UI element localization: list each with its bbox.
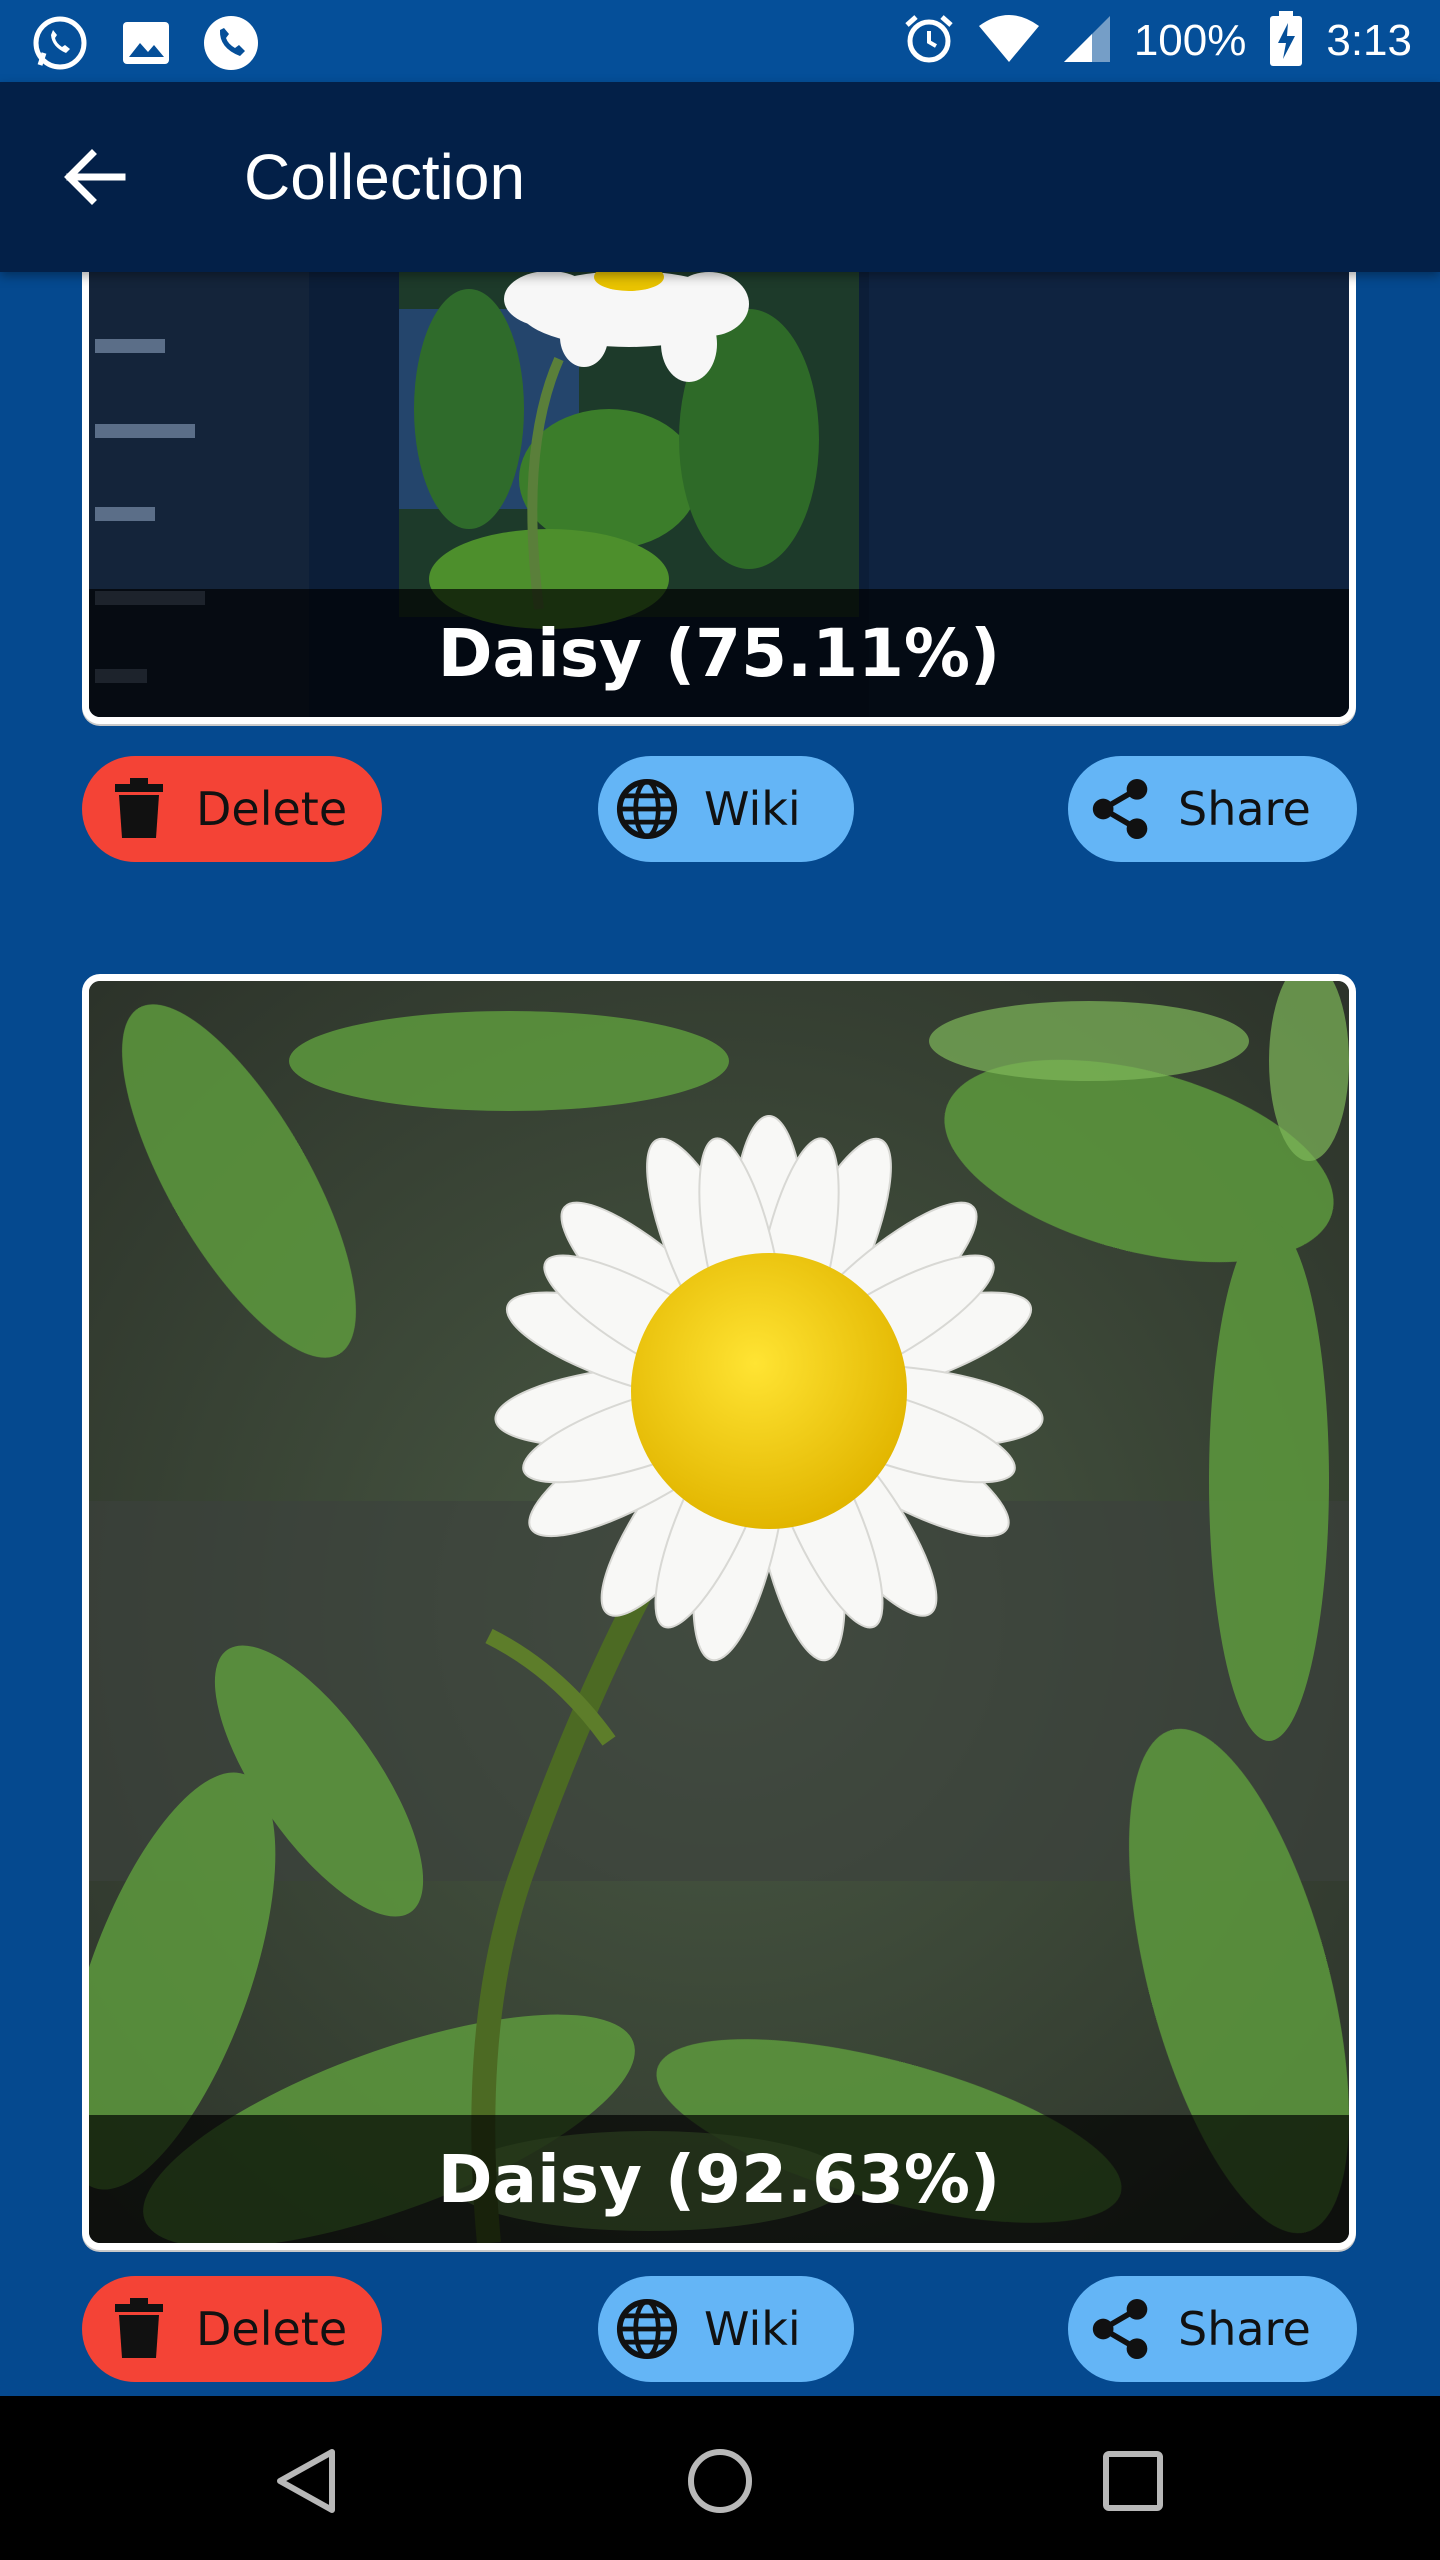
home-circle-icon[interactable] bbox=[675, 2436, 765, 2526]
wiki-button[interactable]: Wiki bbox=[598, 756, 854, 862]
battery-percent: 100% bbox=[1133, 16, 1247, 65]
phone-icon bbox=[202, 14, 260, 77]
delete-button[interactable]: Delete bbox=[82, 2276, 382, 2382]
wifi-icon bbox=[978, 14, 1040, 69]
delete-button[interactable]: Delete bbox=[82, 756, 382, 862]
collection-card[interactable]: Daisy (92.63%) bbox=[82, 974, 1356, 2250]
card-caption: Daisy (92.63%) bbox=[89, 2115, 1349, 2243]
wiki-label: Wiki bbox=[704, 2302, 801, 2356]
whatsapp-icon bbox=[30, 13, 90, 78]
clock: 3:13 bbox=[1326, 16, 1412, 65]
flower-photo bbox=[89, 981, 1349, 2243]
alarm-icon bbox=[902, 12, 956, 71]
back-triangle-icon[interactable] bbox=[262, 2436, 352, 2526]
card-caption: Daisy (75.11%) bbox=[89, 589, 1349, 717]
arrow-back-icon[interactable] bbox=[50, 142, 140, 212]
gallery-icon bbox=[120, 17, 172, 74]
wiki-label: Wiki bbox=[704, 782, 801, 836]
share-label: Share bbox=[1178, 2302, 1311, 2356]
share-button[interactable]: Share bbox=[1068, 2276, 1357, 2382]
page-title: Collection bbox=[244, 141, 526, 213]
collection-list[interactable]: Daisy (75.11%) Delete Wiki Share Daisy (… bbox=[0, 272, 1440, 2396]
share-label: Share bbox=[1178, 782, 1311, 836]
signal-icon bbox=[1062, 14, 1112, 69]
navigation-bar bbox=[0, 2396, 1440, 2560]
battery-charging-icon bbox=[1268, 10, 1304, 72]
delete-label: Delete bbox=[196, 2302, 348, 2356]
share-icon bbox=[1090, 778, 1152, 840]
status-bar: 100% 3:13 bbox=[0, 0, 1440, 82]
globe-icon bbox=[616, 2298, 678, 2360]
globe-icon bbox=[616, 778, 678, 840]
wiki-button[interactable]: Wiki bbox=[598, 2276, 854, 2382]
delete-label: Delete bbox=[196, 782, 348, 836]
share-icon bbox=[1090, 2298, 1152, 2360]
collection-card[interactable]: Daisy (75.11%) bbox=[82, 272, 1356, 724]
share-button[interactable]: Share bbox=[1068, 756, 1357, 862]
app-bar: Collection bbox=[0, 82, 1440, 272]
trash-icon bbox=[108, 778, 170, 840]
trash-icon bbox=[108, 2298, 170, 2360]
recents-square-icon[interactable] bbox=[1088, 2436, 1178, 2526]
